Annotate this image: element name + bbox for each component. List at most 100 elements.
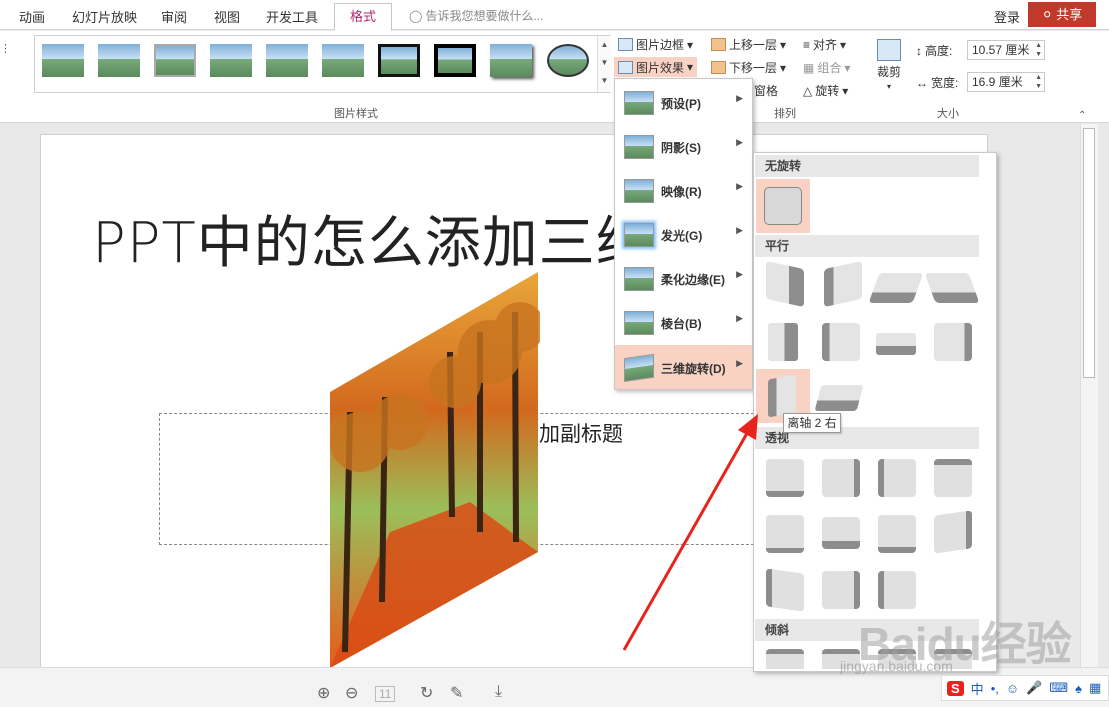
dropdown-arrow-icon: ▾ bbox=[687, 60, 694, 74]
menu-item-3d-rotation[interactable]: 三维旋转(D) ▶ bbox=[615, 345, 752, 389]
group-label-arrange: 排列 bbox=[774, 108, 796, 120]
no-rotation-option[interactable] bbox=[764, 187, 802, 225]
height-input[interactable]: 10.57 厘米 ▲ ▼ bbox=[967, 40, 1045, 60]
slide-title[interactable]: PPT中的怎么添加三维 bbox=[92, 198, 653, 279]
rotation-option[interactable] bbox=[868, 273, 924, 303]
tooltip: 离轴 2 右 bbox=[783, 413, 841, 433]
section-no-rotation: 无旋转 bbox=[755, 155, 979, 177]
picture-style-thumb[interactable] bbox=[434, 44, 476, 77]
scroll-thumb[interactable] bbox=[1083, 128, 1095, 378]
tell-me-search[interactable]: ◯ 告诉我您想要做什么... bbox=[409, 7, 543, 24]
submenu-arrow-icon: ▶ bbox=[736, 137, 743, 147]
group-button[interactable]: ▦ 组合 ▾ bbox=[803, 59, 850, 76]
punctuation-icon[interactable]: •, bbox=[991, 681, 999, 696]
rotation-option[interactable] bbox=[934, 510, 972, 554]
bring-forward-button[interactable]: 上移一层 ▾ bbox=[711, 36, 786, 53]
rotation-option[interactable] bbox=[878, 515, 916, 553]
menu-item-soft-edges[interactable]: 柔化边缘(E) ▶ bbox=[615, 256, 752, 300]
rotation-option[interactable] bbox=[822, 323, 860, 361]
tab-slideshow[interactable]: 幻灯片放映 bbox=[72, 7, 137, 26]
reflection-icon bbox=[624, 179, 654, 203]
glow-icon bbox=[624, 223, 654, 247]
picture-effects-button[interactable]: 图片效果 ▾ bbox=[614, 57, 698, 77]
fit-slide-icon[interactable]: 11 bbox=[375, 686, 396, 702]
rotation-option[interactable] bbox=[924, 273, 980, 303]
submenu-arrow-icon: ▶ bbox=[736, 358, 743, 368]
rotate-button[interactable]: △ 旋转 ▾ bbox=[803, 82, 848, 99]
rotation-option[interactable] bbox=[814, 385, 864, 411]
tab-view[interactable]: 视图 bbox=[214, 7, 240, 26]
zoom-in-icon[interactable]: ⊕ bbox=[317, 683, 330, 703]
tab-animations[interactable]: 动画 bbox=[19, 7, 45, 26]
picture-effects-menu: 预设(P) ▶ 阴影(S) ▶ 映像(R) ▶ 发光(G) ▶ 柔化边缘(E) ▶ 棱台(… bbox=[614, 78, 753, 390]
ribbon-tab-bar: 动画 幻灯片放映 审阅 视图 开发工具 bbox=[0, 0, 1109, 30]
rotation-option[interactable] bbox=[934, 323, 972, 361]
menu-item-preset[interactable]: 预设(P) ▶ bbox=[615, 80, 752, 124]
crop-button[interactable]: 裁剪 ▾ bbox=[877, 39, 901, 91]
spinner-arrows-icon[interactable]: ▲ ▼ bbox=[1035, 73, 1042, 91]
menu-item-shadow[interactable]: 阴影(S) ▶ bbox=[615, 124, 752, 168]
picture-style-thumb[interactable] bbox=[210, 44, 252, 77]
dropdown-arrow-icon: ▾ bbox=[840, 37, 847, 52]
selection-pane-button[interactable]: 窗格 bbox=[754, 82, 778, 99]
group-label: 组合 bbox=[817, 61, 842, 75]
picture-style-thumb[interactable] bbox=[42, 44, 84, 77]
gallery-scroll[interactable]: ▲ ▼ ▼ bbox=[597, 36, 611, 92]
tab-developer[interactable]: 开发工具 bbox=[266, 7, 318, 26]
align-button[interactable]: ≡ 对齐 ▾ bbox=[803, 36, 846, 53]
picture-border-button[interactable]: 图片边框 ▾ bbox=[618, 36, 693, 53]
picture-style-thumb[interactable] bbox=[266, 44, 308, 77]
picture-style-thumb[interactable] bbox=[154, 44, 196, 77]
picture-style-thumb[interactable] bbox=[322, 44, 364, 77]
sogou-logo-icon[interactable]: S bbox=[947, 680, 964, 696]
picture-style-thumb[interactable] bbox=[378, 44, 420, 77]
dropdown-arrow-icon: ▾ bbox=[842, 83, 849, 98]
download-icon[interactable]: ⤓ bbox=[495, 683, 502, 701]
picture-style-thumb[interactable] bbox=[98, 44, 140, 77]
login-link[interactable]: 登录 bbox=[994, 7, 1020, 26]
dropdown-arrow-icon: ▾ bbox=[844, 60, 851, 75]
rotation-option[interactable] bbox=[766, 260, 804, 308]
picture-style-thumb[interactable] bbox=[547, 44, 589, 77]
picture-border-icon bbox=[618, 38, 633, 51]
tab-review[interactable]: 审阅 bbox=[161, 7, 187, 26]
toolbox-icon[interactable]: ▦ bbox=[1089, 680, 1101, 696]
autumn-photo[interactable] bbox=[330, 272, 540, 668]
width-input[interactable]: 16.9 厘米 ▲ ▼ bbox=[967, 72, 1045, 92]
rotation-option[interactable] bbox=[824, 260, 862, 308]
rotation-option[interactable] bbox=[876, 333, 916, 355]
pen-icon[interactable]: ✎ bbox=[450, 683, 463, 703]
vertical-scrollbar[interactable] bbox=[1080, 124, 1098, 667]
selection-pane-label: 窗格 bbox=[754, 84, 779, 98]
ime-language[interactable]: 中 bbox=[971, 679, 984, 698]
zoom-out-icon[interactable]: ⊖ bbox=[345, 683, 358, 703]
rotation-option[interactable] bbox=[822, 517, 860, 549]
spinner-arrows-icon[interactable]: ▲ ▼ bbox=[1035, 41, 1042, 59]
crop-icon bbox=[877, 39, 901, 61]
user-icon[interactable]: ♠ bbox=[1075, 681, 1082, 696]
share-button[interactable]: ⚪ 共享 bbox=[1028, 2, 1096, 27]
rotation-option[interactable] bbox=[822, 459, 860, 497]
emoji-icon[interactable]: ☺ bbox=[1006, 681, 1019, 696]
rotation-option[interactable] bbox=[934, 459, 972, 497]
width-icon: ↔ bbox=[916, 75, 928, 90]
microphone-icon[interactable]: 🎤 bbox=[1026, 680, 1042, 696]
refresh-icon[interactable]: ↻ bbox=[420, 683, 433, 703]
section-parallel: 平行 bbox=[755, 235, 979, 257]
send-backward-button[interactable]: 下移一层 ▾ bbox=[711, 59, 786, 76]
picture-style-thumb[interactable] bbox=[490, 44, 532, 77]
bring-forward-icon bbox=[711, 38, 726, 51]
menu-item-bevel[interactable]: 棱台(B) ▶ bbox=[615, 300, 752, 344]
rotation-option[interactable] bbox=[878, 459, 916, 497]
keyboard-icon[interactable]: ⌨ bbox=[1049, 680, 1068, 696]
bring-forward-label: 上移一层 bbox=[729, 38, 778, 52]
menu-item-reflection[interactable]: 映像(R) ▶ bbox=[615, 168, 752, 212]
height-icon: ↕ bbox=[916, 43, 922, 58]
rotation-option[interactable] bbox=[822, 571, 860, 609]
menu-item-glow[interactable]: 发光(G) ▶ bbox=[615, 212, 752, 256]
width-value: 16.9 厘米 bbox=[972, 75, 1023, 89]
rotation-option[interactable] bbox=[878, 571, 916, 609]
collapse-ribbon-icon[interactable]: ⌃ bbox=[1078, 110, 1086, 121]
tab-format[interactable]: 格式 bbox=[334, 3, 392, 31]
rotation-option[interactable] bbox=[768, 323, 798, 361]
